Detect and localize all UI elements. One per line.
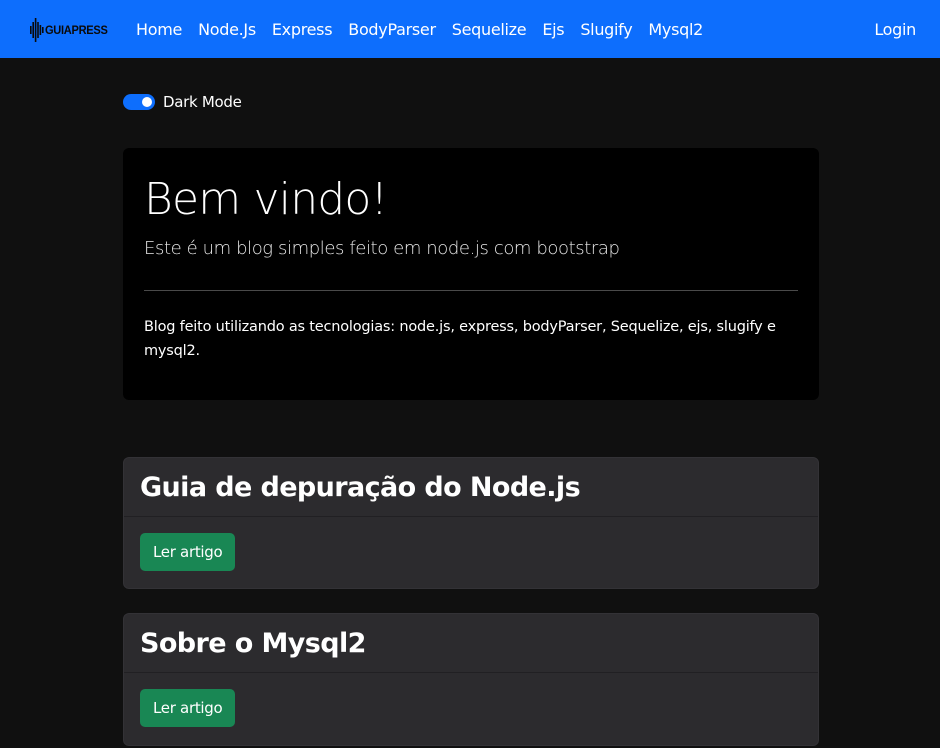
welcome-lead: Este é um blog simples feito em node.js …: [144, 238, 620, 259]
login-link[interactable]: Login: [874, 0, 916, 58]
nav-link-slugify[interactable]: Slugify: [572, 20, 640, 39]
article-title: Sobre o Mysql2: [140, 627, 366, 659]
nav-link-sequelize[interactable]: Sequelize: [444, 20, 535, 39]
dark-mode-toggle[interactable]: Dark Mode: [123, 93, 242, 111]
article-card: Guia de depuração do Node.js Ler artigo: [123, 457, 819, 589]
article-card-header: Sobre o Mysql2: [124, 614, 818, 673]
welcome-jumbotron: Bem vindo! Este é um blog simples feito …: [123, 148, 819, 400]
nav-links: Home Node.Js Express BodyParser Sequeliz…: [128, 0, 711, 58]
read-article-button[interactable]: Ler artigo: [140, 533, 236, 571]
welcome-title: Bem vindo!: [144, 174, 388, 225]
brand-logo[interactable]: GUIAPRESS: [30, 16, 113, 44]
nav-link-bodyparser[interactable]: BodyParser: [340, 20, 443, 39]
article-card-body: Ler artigo: [124, 517, 818, 587]
nav-link-nodejs[interactable]: Node.Js: [190, 20, 264, 39]
nav-link-express[interactable]: Express: [264, 20, 340, 39]
dark-mode-switch[interactable]: [123, 94, 155, 110]
divider: [144, 290, 798, 291]
article-card: Sobre o Mysql2 Ler artigo: [123, 613, 819, 746]
welcome-description: Blog feito utilizando as tecnologias: no…: [144, 319, 776, 359]
nav-link-mysql2[interactable]: Mysql2: [640, 20, 711, 39]
article-card-header: Guia de depuração do Node.js: [124, 458, 818, 517]
article-card-body: Ler artigo: [124, 673, 818, 743]
logo-waveform-icon: [30, 18, 44, 42]
top-navbar: GUIAPRESS Home Node.Js Express BodyParse…: [0, 0, 940, 58]
article-title: Guia de depuração do Node.js: [140, 471, 581, 503]
nav-link-home[interactable]: Home: [128, 20, 190, 39]
read-article-button[interactable]: Ler artigo: [140, 689, 236, 727]
dark-mode-label: Dark Mode: [163, 93, 242, 111]
nav-link-ejs[interactable]: Ejs: [534, 20, 572, 39]
brand-name: GUIAPRESS: [45, 23, 108, 37]
